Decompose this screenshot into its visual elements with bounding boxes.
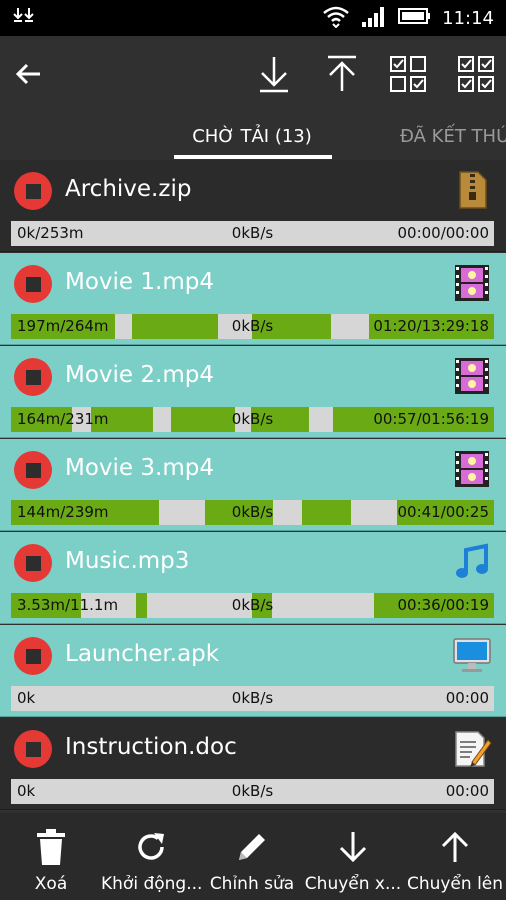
progress-bar: 0k 0kB/s 00:00 — [11, 779, 494, 804]
download-speed: 0kB/s — [231, 782, 274, 800]
stop-button[interactable] — [14, 544, 52, 582]
tab-pending[interactable]: CHỜ TẢI (13) — [172, 112, 332, 160]
arrow-up-icon — [441, 831, 469, 862]
film-icon — [455, 358, 489, 394]
film-icon — [455, 451, 489, 487]
battery-icon — [398, 6, 432, 30]
progress-bar: 197m/264m 0kB/s 01:20/13:29:18 — [11, 314, 494, 339]
download-speed: 0kB/s — [231, 689, 274, 707]
progress-bar: 0k 0kB/s 00:00 — [11, 686, 494, 711]
zip-archive-icon — [459, 171, 487, 209]
edit-button[interactable]: Chỉnh sửa — [202, 813, 302, 900]
time-remaining: 00:00/00:00 — [397, 224, 489, 242]
monitor-icon — [453, 638, 491, 672]
trash-icon — [37, 829, 65, 865]
time-remaining: 00:41/00:25 — [397, 503, 489, 521]
stop-icon — [25, 555, 41, 571]
file-name: Music.mp3 — [65, 548, 190, 574]
file-name: Movie 2.mp4 — [65, 362, 214, 388]
move-down-label: Chuyển x... — [304, 874, 402, 894]
file-name: Instruction.doc — [65, 734, 237, 760]
file-name: Launcher.apk — [65, 641, 220, 667]
download-row[interactable]: Movie 2.mp4 164m/231m 0kB/s 00:57/01:56:… — [0, 346, 506, 438]
back-button[interactable] — [6, 52, 50, 96]
stop-icon — [25, 183, 41, 199]
arrow-down-to-line-icon — [260, 57, 288, 93]
status-time: 11:14 — [442, 7, 494, 29]
time-remaining: 00:57/01:56:19 — [373, 410, 489, 428]
download-row[interactable]: Music.mp3 3.53m/11.1m 0kB/s 00:36/00:19 — [0, 532, 506, 624]
stop-icon — [25, 648, 41, 664]
stop-button[interactable] — [14, 358, 52, 396]
download-row[interactable]: Archive.zip 0k/253m 0kB/s 00:00/00:00 — [0, 160, 506, 252]
stop-icon — [25, 462, 41, 478]
stop-button[interactable] — [14, 265, 52, 303]
progress-bar: 0k/253m 0kB/s 00:00/00:00 — [11, 221, 494, 246]
arrow-down-icon — [339, 832, 367, 863]
download-row[interactable]: Movie 1.mp4 197m/264m 0kB/s 01:20/13:29:… — [0, 253, 506, 345]
download-list: Archive.zip 0k/253m 0kB/s 00:00/00:00 Mo… — [0, 160, 506, 813]
move-top-button[interactable] — [320, 52, 364, 96]
progress-bar: 164m/231m 0kB/s 00:57/01:56:19 — [11, 407, 494, 432]
download-bottom-button[interactable] — [252, 52, 296, 96]
stop-button[interactable] — [14, 637, 52, 675]
stop-button[interactable] — [14, 730, 52, 768]
wifi-icon — [322, 4, 350, 32]
tab-indicator — [174, 155, 332, 159]
stop-button[interactable] — [14, 451, 52, 489]
file-name: Archive.zip — [65, 176, 192, 202]
refresh-icon — [138, 833, 164, 860]
arrow-left-icon — [15, 63, 40, 85]
bottom-action-bar: Xoá Khởi động... Chỉnh sửa Chuyển x... C… — [0, 813, 506, 900]
download-row[interactable]: Launcher.apk 0k 0kB/s 00:00 — [0, 625, 506, 717]
restart-label: Khởi động... — [101, 874, 201, 894]
progress-bar: 3.53m/11.1m 0kB/s 00:36/00:19 — [11, 593, 494, 618]
select-mode-button[interactable] — [386, 52, 430, 96]
arrow-up-to-line-icon — [328, 55, 356, 91]
stop-icon — [25, 369, 41, 385]
action-bar — [0, 36, 506, 112]
stop-button[interactable] — [14, 172, 52, 210]
time-remaining: 00:00 — [445, 689, 489, 707]
select-all-button[interactable] — [454, 52, 498, 96]
tab-bar: CHỜ TẢI (13) ĐÃ KẾT THÚ — [0, 112, 506, 160]
move-down-button[interactable]: Chuyển x... — [303, 813, 403, 900]
music-note-icon — [456, 543, 488, 578]
checklist-grid-icon — [390, 56, 426, 92]
time-remaining: 01:20/13:29:18 — [373, 317, 489, 335]
edit-label: Chỉnh sửa — [209, 874, 295, 894]
time-remaining: 00:36/00:19 — [397, 596, 489, 614]
film-icon — [455, 265, 489, 301]
file-name: Movie 1.mp4 — [65, 269, 214, 295]
download-notification-icon — [12, 6, 40, 34]
stop-icon — [25, 276, 41, 292]
pencil-icon — [239, 834, 265, 860]
file-name: Movie 3.mp4 — [65, 455, 214, 481]
checklist-all-icon — [458, 56, 494, 92]
signal-icon — [360, 4, 388, 32]
document-edit-icon — [455, 731, 492, 767]
status-bar: 11:14 — [0, 0, 506, 36]
stop-icon — [25, 741, 41, 757]
delete-button[interactable]: Xoá — [1, 813, 101, 900]
delete-label: Xoá — [34, 874, 68, 894]
time-remaining: 00:00 — [445, 782, 489, 800]
move-up-label: Chuyển lên — [406, 874, 504, 894]
move-up-button[interactable]: Chuyển lên — [405, 813, 505, 900]
restart-button[interactable]: Khởi động... — [101, 813, 201, 900]
tab-finished[interactable]: ĐÃ KẾT THÚ — [400, 112, 506, 160]
download-row[interactable]: Movie 3.mp4 144m/239m 0kB/s 00:41/00:25 — [0, 439, 506, 531]
download-row[interactable]: Instruction.doc 0k 0kB/s 00:00 — [0, 718, 506, 810]
progress-bar: 144m/239m 0kB/s 00:41/00:25 — [11, 500, 494, 525]
